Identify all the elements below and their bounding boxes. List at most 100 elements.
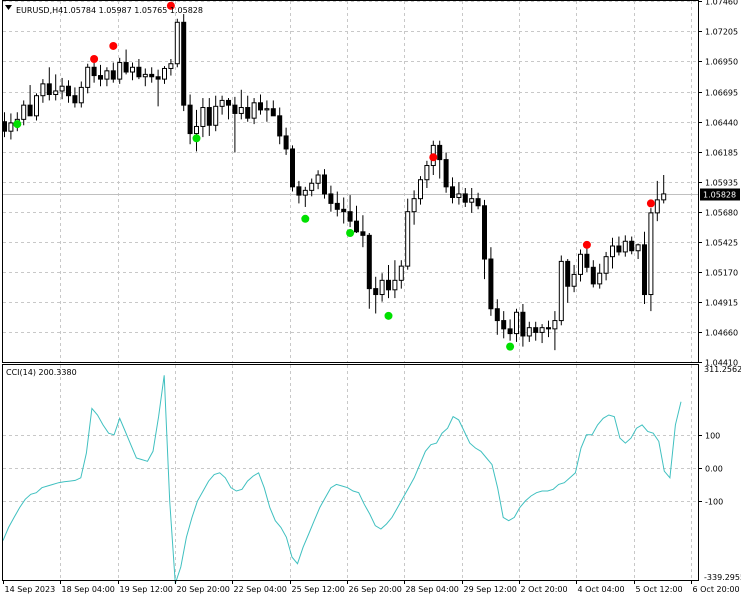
candle-body-bull xyxy=(40,83,46,97)
candle-body-bull xyxy=(117,62,123,80)
time-label: 4 Oct 04:00 xyxy=(578,585,625,594)
candle-body-bear xyxy=(283,135,289,150)
candle-body-bear xyxy=(386,279,391,291)
candle-body-bull xyxy=(514,311,519,335)
chart[interactable]: 1.07460 1.07205 1.06950 1.06695 1.06440 1.061… xyxy=(0,0,741,600)
candle-body-bear xyxy=(46,83,52,96)
candle-body-bull xyxy=(578,253,583,275)
candle-body-bear xyxy=(584,253,590,268)
candle-body-bull xyxy=(392,279,398,291)
price-tick-label: 1.06185 xyxy=(705,149,738,158)
candle-body-bear xyxy=(334,202,340,210)
price-tick-label: 1.04915 xyxy=(705,299,738,308)
candle-body-bull xyxy=(200,107,206,127)
time-label: 5 Oct 12:00 xyxy=(636,585,683,594)
candle-body-bull xyxy=(219,99,225,107)
candle-body-bear xyxy=(290,148,295,188)
candle-body-bull xyxy=(469,198,475,203)
candle-body-bull xyxy=(379,279,385,296)
candle-body-bear xyxy=(187,104,193,135)
price-tick-label: 1.07460 xyxy=(705,0,738,7)
candle-body-bull xyxy=(610,245,615,258)
candle-body-bull xyxy=(661,193,667,201)
time-label: 25 Sep 12:00 xyxy=(292,585,345,594)
time-label: 14 Sep 2023 xyxy=(5,585,56,594)
candle xyxy=(290,145,295,192)
candle-body-bear xyxy=(136,66,142,78)
candle-body-bull xyxy=(315,174,321,184)
candle-body-bull xyxy=(130,66,135,73)
cci-label: CCI(14) 200.3380 xyxy=(6,368,77,377)
candle-body-bull xyxy=(424,165,430,181)
candle-body-bull xyxy=(34,95,39,117)
candle-body-bear xyxy=(642,244,647,296)
chart-background xyxy=(0,0,741,600)
candle-body-bull xyxy=(21,104,27,120)
candle-body-bull xyxy=(398,265,404,281)
sell-signal-dot xyxy=(90,54,99,63)
candle-body-bull xyxy=(405,211,411,267)
candle-body-bull xyxy=(597,272,603,285)
sell-signal-dot xyxy=(429,153,438,162)
candle xyxy=(174,18,180,68)
candle-body-bear xyxy=(450,186,455,198)
candle-body-bull xyxy=(78,86,84,104)
candle-body-bull xyxy=(162,67,167,80)
candle-body-bull xyxy=(238,107,244,114)
candle-body-bear xyxy=(27,104,33,117)
candle-body-bear xyxy=(258,102,263,111)
symbol-label: EURUSD,H4 xyxy=(16,6,63,15)
candle-body-bear xyxy=(155,76,161,80)
candle-body-bear xyxy=(366,234,372,290)
candle-body-bull xyxy=(558,260,564,322)
candle xyxy=(558,255,564,326)
buy-signal-dot xyxy=(13,120,22,129)
candle-body-bull xyxy=(526,327,532,337)
candle-body-bear xyxy=(181,21,187,106)
candle-body-bull xyxy=(251,102,257,119)
candle-body-bull xyxy=(603,256,609,274)
candle-body-bear xyxy=(206,107,212,126)
candle-body-bull xyxy=(539,327,545,333)
candle xyxy=(181,14,187,112)
price-tick-label: 1.05680 xyxy=(705,209,738,218)
price-tick-label: 1.06950 xyxy=(705,58,738,67)
time-label: 19 Sep 12:00 xyxy=(120,585,173,594)
price-tick-label: 1.05935 xyxy=(705,179,738,188)
candle-body-bull xyxy=(213,105,219,126)
candle-body-bull xyxy=(309,182,315,191)
candle-body-bull xyxy=(8,122,14,132)
candle-body-bull xyxy=(654,199,660,214)
sell-signal-dot xyxy=(646,199,655,208)
buy-signal-dot xyxy=(192,134,201,143)
candle-body-bear xyxy=(91,66,97,77)
sell-signal-dot xyxy=(109,41,118,50)
candle-body-bear xyxy=(565,260,571,287)
candle-body-bear xyxy=(520,311,526,337)
cci-tick-label: 0.00 xyxy=(705,465,723,474)
candle-body-bull xyxy=(142,73,148,78)
cci-axis-max-label: 311.2562 xyxy=(704,365,741,374)
candle-body-bull xyxy=(168,63,174,69)
candle-body-bull xyxy=(104,70,110,80)
candle-body-bear xyxy=(533,327,539,333)
candle-body-bull xyxy=(59,85,65,92)
candle-body-bear xyxy=(149,73,155,78)
time-label: 2 Oct 20:00 xyxy=(521,585,568,594)
time-label: 29 Sep 12:00 xyxy=(464,585,517,594)
current-price-label: 1.05828 xyxy=(703,191,736,200)
price-tick-label: 1.07205 xyxy=(705,28,738,37)
candle-body-bear xyxy=(66,85,71,97)
candle-body-bear xyxy=(296,186,302,196)
price-tick-label: 1.06695 xyxy=(705,89,738,98)
candle-body-bull xyxy=(174,21,180,65)
price-tick-label: 1.04660 xyxy=(705,329,738,338)
candle-body-bear xyxy=(590,266,596,285)
candle-body-bull xyxy=(411,198,417,213)
candle-body-bear xyxy=(72,95,78,104)
candle-body-bull xyxy=(571,273,577,287)
cci-axis-min-label: -339.2955 xyxy=(704,573,741,582)
candle-body-bear xyxy=(347,211,353,222)
candle-body-bear xyxy=(322,174,327,195)
candle-body-bear xyxy=(245,107,251,119)
